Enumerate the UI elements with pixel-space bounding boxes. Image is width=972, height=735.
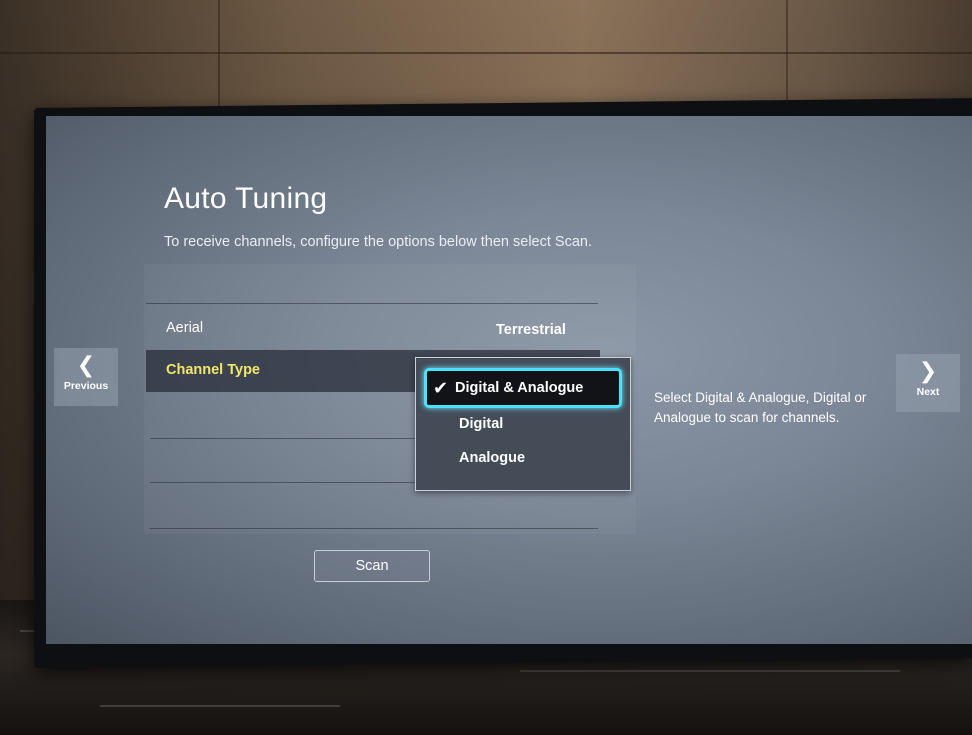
help-text: Select Digital & Analogue, Digital or An… bbox=[654, 390, 867, 425]
marble-streak bbox=[520, 670, 900, 672]
divider bbox=[146, 303, 598, 304]
page-subtitle: To receive channels, configure the optio… bbox=[164, 234, 593, 250]
wall-seam bbox=[0, 52, 972, 54]
aerial-label[interactable]: Aerial bbox=[166, 320, 203, 336]
option-label: Digital & Analogue bbox=[455, 380, 584, 396]
option-digital[interactable]: Digital bbox=[459, 416, 503, 432]
marble-streak bbox=[100, 705, 340, 707]
scan-button[interactable]: Scan bbox=[314, 550, 430, 582]
tv-screen: Auto Tuning To receive channels, configu… bbox=[46, 116, 972, 644]
divider bbox=[150, 438, 416, 439]
page-title: Auto Tuning bbox=[164, 182, 328, 215]
channel-type-label: Channel Type bbox=[166, 362, 260, 378]
next-label: Next bbox=[916, 386, 940, 398]
chevron-left-icon: ❮ bbox=[76, 352, 96, 377]
next-button[interactable]: ❯ Next bbox=[896, 354, 960, 412]
wall-seam bbox=[218, 0, 220, 110]
channel-type-dropdown[interactable]: ✔ Digital & Analogue Digital Analogue bbox=[415, 357, 631, 491]
wall-seam bbox=[786, 0, 788, 110]
previous-button[interactable]: ❮ Previous bbox=[54, 348, 118, 406]
previous-label: Previous bbox=[63, 380, 109, 392]
aerial-value[interactable]: Terrestrial bbox=[496, 322, 566, 338]
chevron-right-icon: ❯ bbox=[918, 358, 938, 383]
checkmark-icon: ✔ bbox=[433, 377, 449, 398]
option-digital-analogue[interactable]: ✔ Digital & Analogue bbox=[424, 368, 622, 408]
option-analogue[interactable]: Analogue bbox=[459, 450, 525, 466]
divider bbox=[150, 528, 598, 529]
